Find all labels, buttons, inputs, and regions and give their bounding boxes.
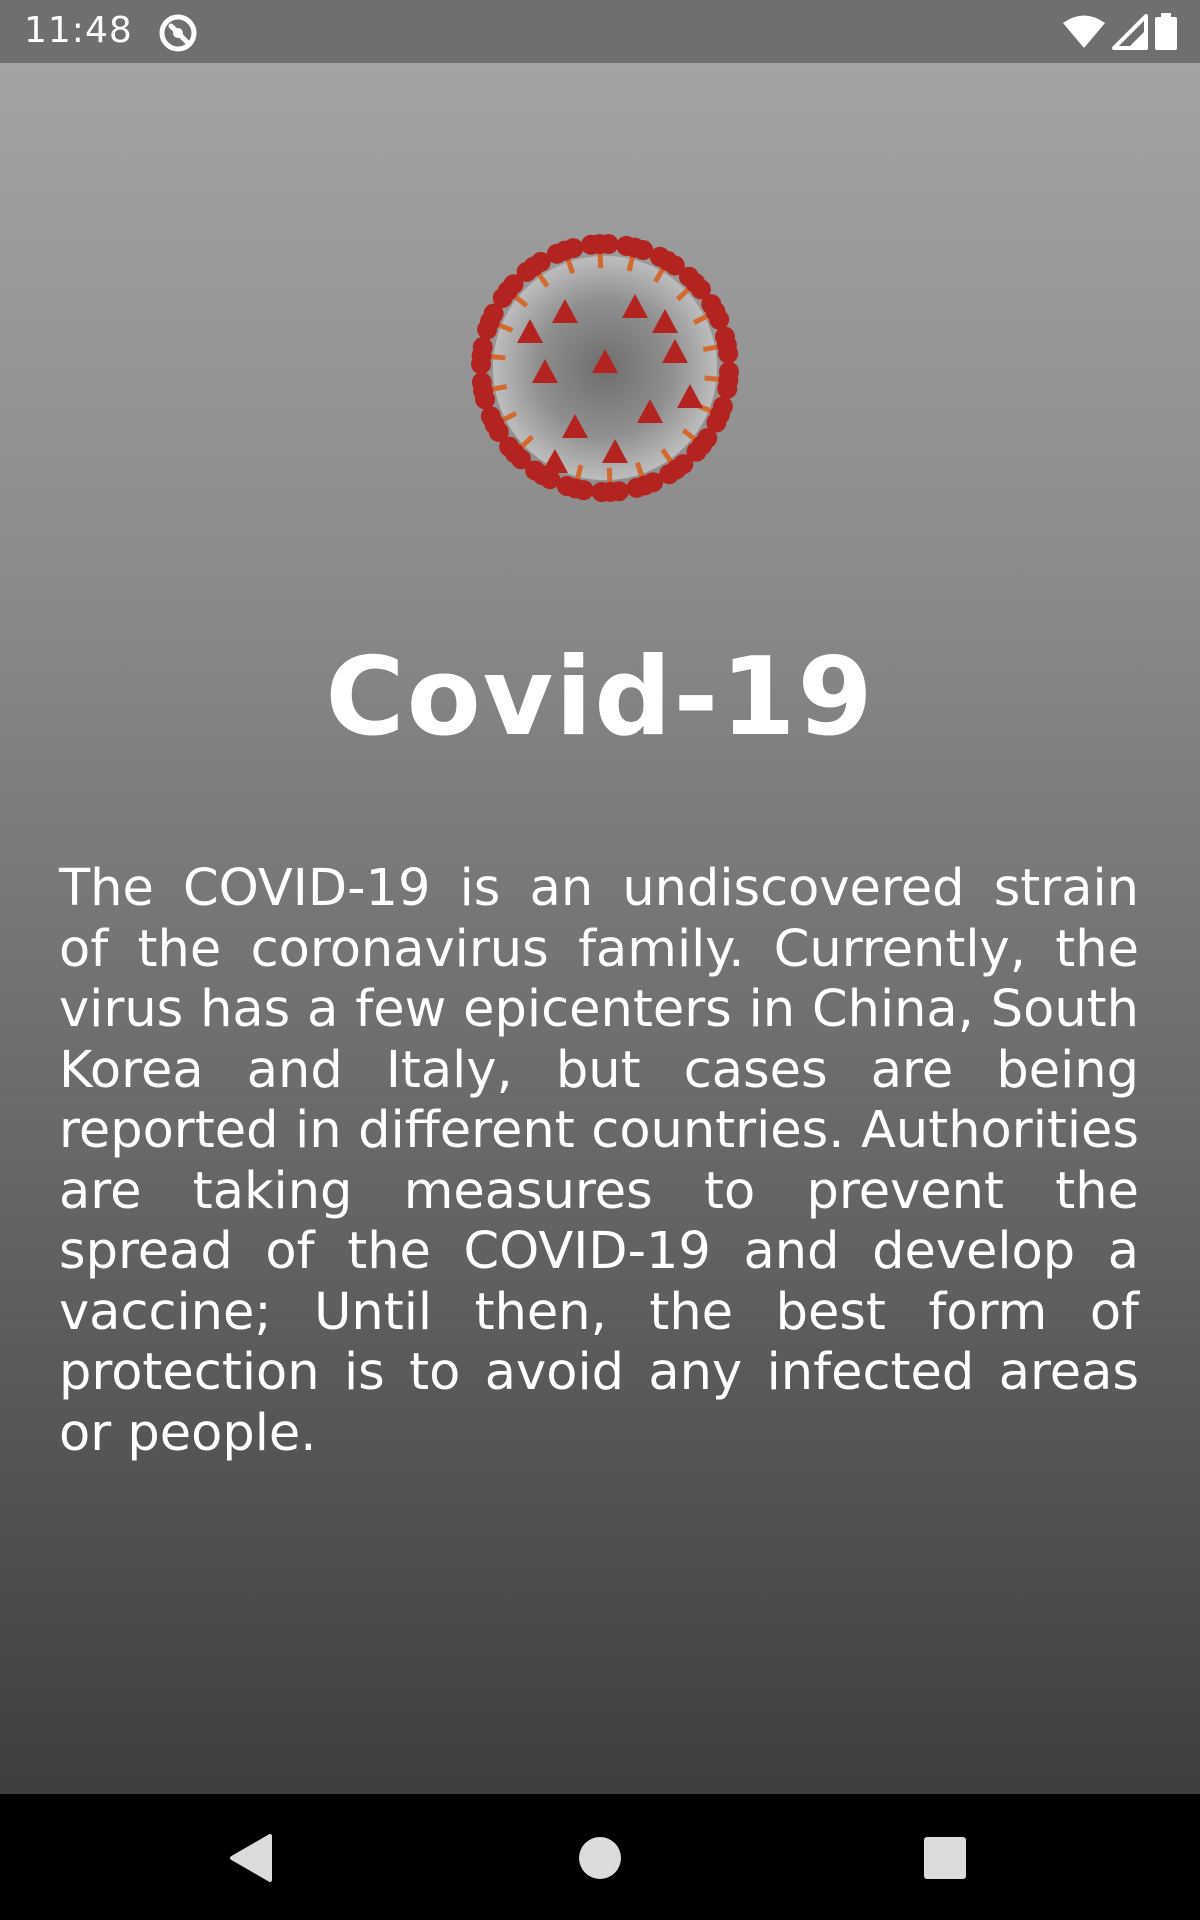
cell-signal-icon	[1112, 14, 1148, 50]
navigation-bar	[0, 1794, 1200, 1920]
recents-icon	[924, 1837, 966, 1879]
app-screen: 11:48 Covid-19 The COVID-19 is an undisc…	[0, 0, 1200, 1920]
virus-spike	[675, 266, 711, 302]
main-content: Covid-19 The COVID-19 is an undiscovered…	[0, 63, 1200, 1794]
status-icons	[1062, 12, 1178, 52]
page-title: Covid-19	[325, 635, 875, 760]
virus-spike	[499, 434, 535, 470]
description-text: The COVID-19 is an undiscovered strain o…	[59, 859, 1139, 1463]
notification-app-icon	[159, 14, 197, 52]
back-icon	[230, 1834, 272, 1882]
recents-button[interactable]	[915, 1828, 975, 1888]
status-time: 11:48	[24, 10, 133, 51]
home-button[interactable]	[570, 1828, 630, 1888]
status-bar: 11:48	[0, 0, 1200, 63]
home-icon	[579, 1837, 621, 1879]
wifi-icon	[1063, 15, 1105, 48]
battery-icon	[1155, 13, 1177, 50]
coronavirus-illustration	[471, 234, 739, 502]
back-button[interactable]	[220, 1828, 280, 1888]
